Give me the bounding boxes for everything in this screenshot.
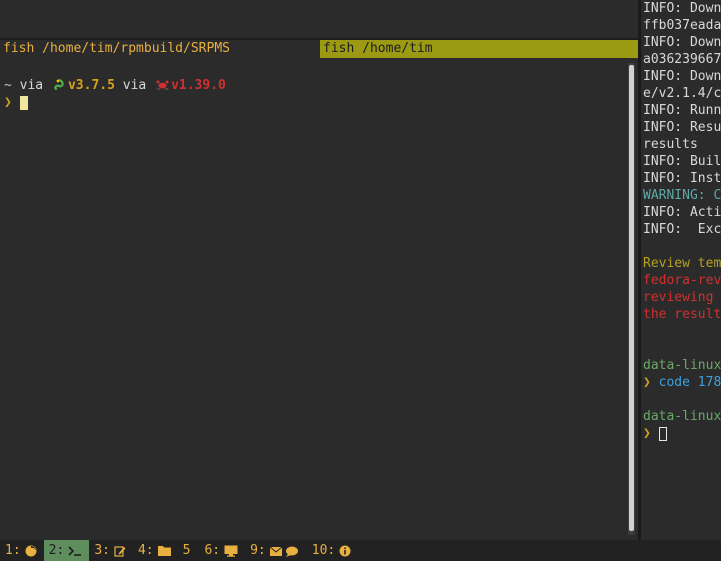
- workspace-number: 2:: [48, 543, 65, 558]
- workspace-5[interactable]: 5: [178, 540, 200, 561]
- workspace-number: 10:: [311, 543, 336, 558]
- workspace-number: 6:: [204, 543, 221, 558]
- scrollbar[interactable]: [628, 63, 635, 535]
- firefox-icon: [25, 545, 37, 557]
- output-line: INFO: Down: [643, 69, 721, 84]
- workspace-number: 3:: [94, 543, 110, 558]
- workspace-1[interactable]: 1:: [0, 540, 44, 561]
- prompt-arrow: ❯: [4, 95, 12, 110]
- workspace-6[interactable]: 6:: [199, 540, 245, 561]
- via-text-2: via: [122, 78, 147, 93]
- cmd-arg: 178: [697, 375, 721, 390]
- rust-version: v1.39.0: [171, 78, 226, 93]
- cmd-name: code: [658, 375, 690, 390]
- left-terminal-pane[interactable]: ~ via v3.7.5 via v1.39.0 ❯: [0, 58, 626, 538]
- text-cursor-right: [658, 426, 667, 441]
- via-text: via: [19, 78, 44, 93]
- workspace-3[interactable]: 3:: [89, 540, 133, 561]
- output-line: results: [643, 137, 698, 152]
- output-line: Review tem: [643, 256, 721, 271]
- output-line: INFO: Inst: [643, 171, 721, 186]
- output-line: INFO: Runn: [643, 103, 721, 118]
- output-line: e/v2.1.4/c: [643, 86, 721, 101]
- python-icon: [53, 78, 66, 91]
- cmd-arrow: ❯: [643, 375, 651, 390]
- output-line: INFO: Down: [643, 1, 721, 16]
- prompt-arrow-right: ❯: [643, 426, 651, 441]
- input-line-right[interactable]: ❯: [641, 425, 721, 442]
- info-icon: [339, 545, 351, 557]
- workspace-bar: 1: 2: 3: 4: 5 6: 9: 10:: [0, 540, 721, 561]
- output-line: INFO: Exc: [643, 222, 721, 237]
- terminal-icon: [68, 545, 82, 557]
- output-line: INFO: Acti: [643, 205, 721, 220]
- output-line: WARNING: C: [643, 188, 721, 203]
- second-prompt: data-linux: [643, 409, 721, 424]
- cwd-tilde: ~: [4, 78, 12, 93]
- output-line: INFO: Resu: [643, 120, 721, 135]
- right-terminal-pane[interactable]: INFO: Down ffb037eada INFO: Down a036239667…: [641, 0, 721, 540]
- output-line: data-linux: [643, 358, 721, 373]
- output-line: reviewing: [643, 290, 721, 305]
- text-cursor: [19, 95, 28, 110]
- rust-crab-icon: [156, 78, 169, 91]
- workspace-number: 9:: [250, 543, 266, 558]
- workspace-number: 5: [182, 543, 191, 558]
- output-line: INFO: Down: [643, 35, 721, 50]
- cmd-line: ❯ code 178: [641, 374, 721, 391]
- edit-icon: [114, 545, 126, 557]
- workspace-2[interactable]: 2:: [43, 540, 90, 561]
- output-line: INFO: Buil: [643, 154, 721, 169]
- workspace-4[interactable]: 4:: [133, 540, 178, 561]
- mail-chat-icon: [269, 545, 300, 557]
- tab-srpms[interactable]: fish /home/tim/rpmbuild/SRPMS: [0, 40, 320, 58]
- monitor-icon: [224, 545, 238, 557]
- shell-prompt-line: ~ via v3.7.5 via v1.39.0: [0, 77, 626, 94]
- workspace-number: 1:: [5, 543, 21, 558]
- workspace-number: 4:: [137, 543, 154, 558]
- workspace-7[interactable]: 9:: [245, 540, 307, 561]
- tab-home[interactable]: fish /home/tim: [320, 40, 640, 58]
- input-line[interactable]: ❯: [0, 94, 626, 111]
- output-line: ffb037eada: [643, 18, 721, 33]
- python-version: v3.7.5: [67, 78, 115, 93]
- output-line: the result: [643, 307, 721, 322]
- workspace-8[interactable]: 10:: [307, 540, 358, 561]
- output-line: fedora-rev: [643, 273, 721, 288]
- tab-bar: fish /home/tim/rpmbuild/SRPMS fish /home…: [0, 40, 640, 58]
- output-line: a036239667: [643, 52, 721, 67]
- folder-icon: [157, 545, 171, 557]
- right-output: INFO: Down ffb037eada INFO: Down a036239667…: [641, 0, 721, 374]
- scrollbar-thumb[interactable]: [629, 65, 634, 531]
- top-terminal-pane[interactable]: [0, 0, 638, 38]
